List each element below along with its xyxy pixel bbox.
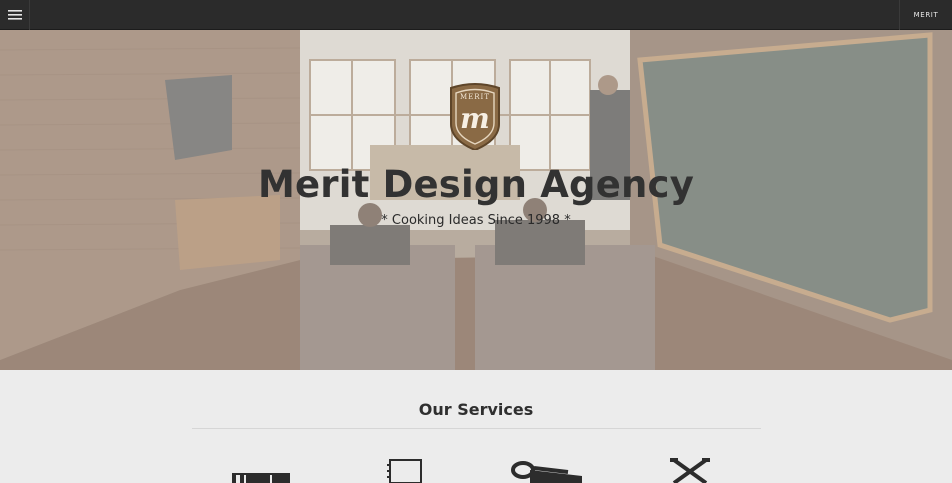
services-divider	[192, 428, 761, 429]
menu-toggle-button[interactable]	[0, 0, 30, 30]
hero-title: Merit Design Agency	[257, 163, 695, 206]
merit-logo-badge: MERIT m	[450, 83, 500, 150]
logo-text: MERIT	[460, 93, 490, 101]
hamburger-icon	[7, 10, 22, 20]
notebook-icon	[387, 459, 422, 483]
pencil-icon	[232, 473, 290, 483]
hero-section: MERIT m Merit Design Agency * Cooking Id…	[0, 30, 952, 370]
services-heading: Our Services	[418, 400, 534, 419]
logo-monogram: m	[460, 102, 490, 135]
hero-tagline: * Cooking Ideas Since 1998 *	[381, 213, 571, 228]
scissors-icon	[511, 461, 582, 483]
brand-nav-link[interactable]: MERIT	[899, 0, 952, 30]
crossed-tools-icon	[670, 458, 710, 483]
top-navigation-bar: MERIT	[0, 0, 952, 30]
